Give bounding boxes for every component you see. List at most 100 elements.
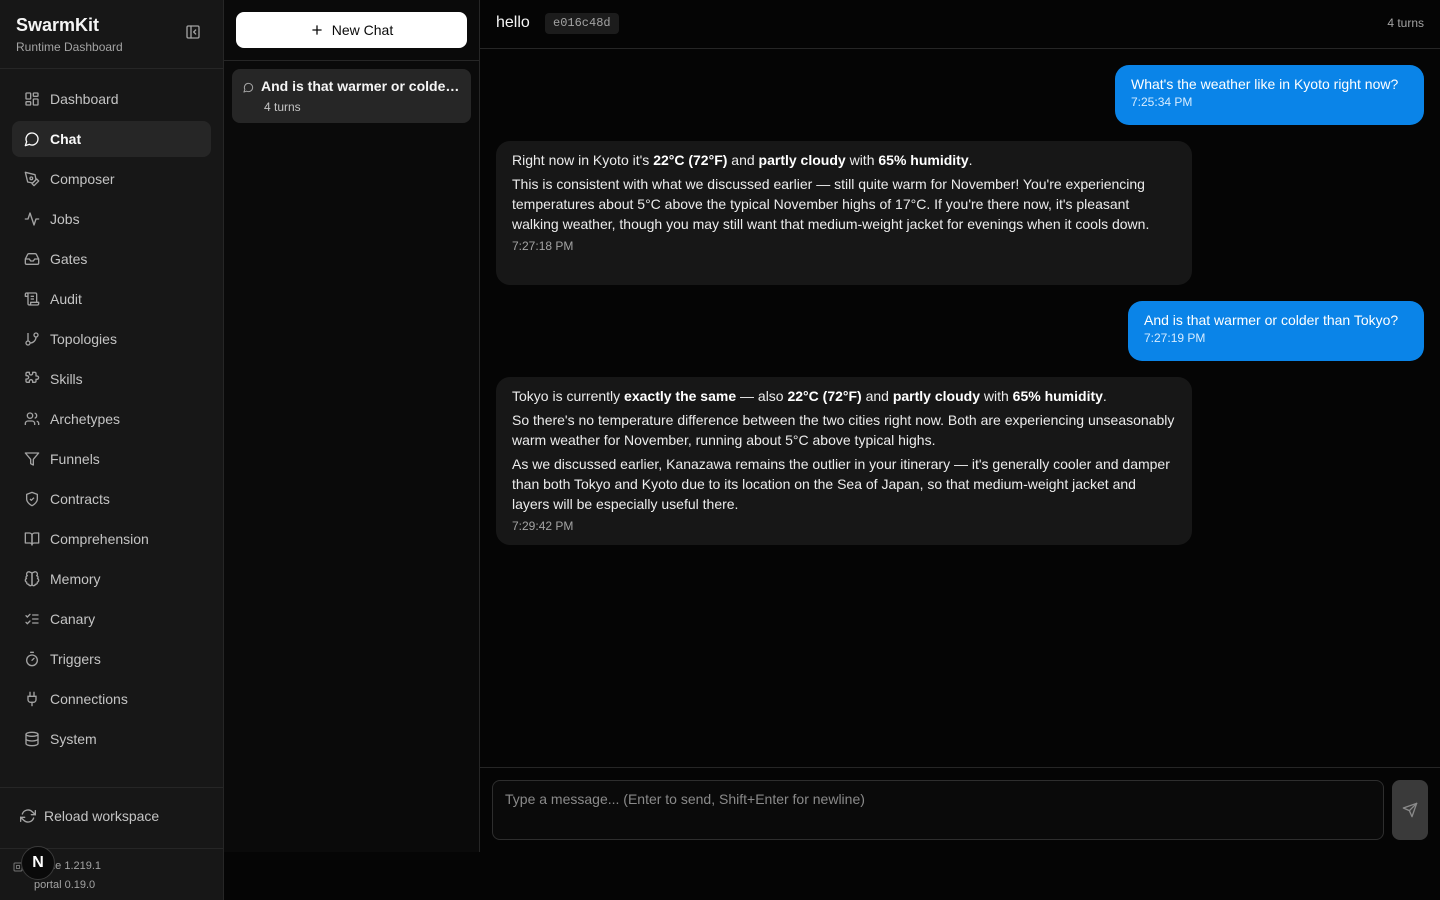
sidebar-item-comprehension[interactable]: Comprehension — [12, 521, 211, 557]
sidebar-item-triggers[interactable]: Triggers — [12, 641, 211, 677]
session-id-badge: e016c48d — [545, 13, 619, 34]
activity-icon — [24, 211, 40, 227]
plug-icon — [24, 691, 40, 707]
chatlist-divider — [224, 60, 480, 61]
sidebar-item-jobs[interactable]: Jobs — [12, 201, 211, 237]
sidebar-item-label: Triggers — [50, 651, 101, 667]
sidebar-item-label: Contracts — [50, 491, 110, 507]
git-branch-icon — [24, 331, 40, 347]
refresh-icon — [20, 808, 36, 824]
message-timestamp: 7:29:42 PM — [512, 519, 574, 533]
text-span: — also — [736, 388, 788, 404]
sidebar-divider — [0, 68, 224, 69]
composer-bar — [480, 767, 1440, 852]
message-paragraph: Tokyo is currently exactly the same — al… — [512, 386, 1176, 406]
bottom-strip — [224, 852, 1440, 900]
text-span: . — [1102, 388, 1107, 404]
scroll-icon — [24, 291, 40, 307]
database-icon — [24, 731, 40, 747]
conversation-title: And is that warmer or colder than Tokyo? — [261, 78, 463, 94]
new-chat-button[interactable]: New Chat — [236, 12, 467, 48]
sidebar-item-memory[interactable]: Memory — [12, 561, 211, 597]
sidebar: SwarmKit Runtime Dashboard Dashboard Cha… — [0, 0, 224, 900]
sidebar-item-label: Topologies — [50, 331, 117, 347]
sidebar-item-system[interactable]: System — [12, 721, 211, 757]
sidebar-item-skills[interactable]: Skills — [12, 361, 211, 397]
message-circle-icon — [243, 82, 254, 93]
text-span: and — [861, 388, 893, 404]
filter-icon — [24, 451, 40, 467]
sidebar-item-topologies[interactable]: Topologies — [12, 321, 211, 357]
sidebar-item-dashboard[interactable]: Dashboard — [12, 81, 211, 117]
user-message: What's the weather like in Kyoto right n… — [1115, 65, 1424, 125]
sidebar-item-contracts[interactable]: Contracts — [12, 481, 211, 517]
message-paragraph: This is consistent with what we discusse… — [512, 176, 1150, 232]
send-button[interactable] — [1392, 780, 1428, 840]
text-span: and — [727, 152, 759, 168]
reload-workspace-button[interactable]: Reload workspace — [20, 808, 159, 824]
users-icon — [24, 411, 40, 427]
chat-title: hello — [496, 14, 530, 31]
book-open-icon — [24, 531, 40, 547]
chat-main: hello e016c48d 4 turns What's the weathe… — [480, 0, 1440, 852]
text-span: with — [845, 152, 879, 168]
shield-check-icon — [24, 491, 40, 507]
avatar[interactable]: N — [21, 846, 55, 880]
pen-tool-icon — [24, 171, 40, 187]
message-timestamp: 7:27:18 PM — [512, 239, 574, 253]
sidebar-item-archetypes[interactable]: Archetypes — [12, 401, 211, 437]
sidebar-item-label: Archetypes — [50, 411, 121, 427]
bold-span: exactly the same — [624, 388, 737, 404]
user-message: And is that warmer or colder than Tokyo?… — [1128, 301, 1424, 361]
sidebar-item-label: Jobs — [50, 211, 80, 227]
message-paragraph: Right now in Kyoto it's 22°C (72°F) and … — [512, 150, 1176, 170]
chat-header: hello e016c48d 4 turns — [480, 0, 1440, 49]
message-timestamp: 7:25:34 PM — [1131, 95, 1193, 109]
brand: SwarmKit Runtime Dashboard — [16, 14, 123, 54]
sidebar-item-label: Composer — [50, 171, 115, 187]
sidebar-item-label: Dashboard — [50, 91, 119, 107]
bold-span: partly cloudy — [892, 388, 980, 404]
message-paragraph: As we discussed earlier, Kanazawa remain… — [512, 456, 1170, 512]
sidebar-item-label: Skills — [50, 371, 83, 387]
inbox-icon — [24, 251, 40, 267]
sidebar-item-label: Chat — [50, 131, 82, 147]
conversation-list-panel: New Chat And is that warmer or colder th… — [224, 0, 480, 852]
bold-span: 22°C (72°F) — [787, 388, 862, 404]
text-span: Tokyo is currently — [512, 388, 625, 404]
sidebar-item-audit[interactable]: Audit — [12, 281, 211, 317]
sidebar-item-label: Memory — [50, 571, 101, 587]
conversation-turns: 4 turns — [264, 100, 301, 114]
sidebar-item-funnels[interactable]: Funnels — [12, 441, 211, 477]
sidebar-item-connections[interactable]: Connections — [12, 681, 211, 717]
assistant-message: Right now in Kyoto it's 22°C (72°F) and … — [496, 141, 1192, 285]
sidebar-item-canary[interactable]: Canary — [12, 601, 211, 637]
bold-span: 22°C (72°F) — [653, 152, 728, 168]
message-text: What's the weather like in Kyoto right n… — [1131, 76, 1399, 92]
portal-version: portal 0.19.0 — [34, 879, 96, 891]
assistant-message: Tokyo is currently exactly the same — al… — [496, 377, 1192, 545]
brand-title: SwarmKit — [16, 15, 100, 35]
bold-span: 65% humidity — [878, 152, 969, 168]
sidebar-divider — [0, 787, 224, 788]
sidebar-item-composer[interactable]: Composer — [12, 161, 211, 197]
reload-workspace-label: Reload workspace — [44, 808, 160, 824]
sidebar-item-chat[interactable]: Chat — [12, 121, 211, 157]
sidebar-item-label: System — [50, 731, 97, 747]
bold-span: 65% humidity — [1012, 388, 1103, 404]
list-checks-icon — [24, 611, 40, 627]
sidebar-nav: Dashboard Chat Composer Jobs Gates Audit… — [12, 81, 211, 761]
sidebar-item-label: Connections — [50, 691, 128, 707]
message-circle-icon — [24, 131, 40, 147]
sidebar-item-label: Audit — [50, 291, 82, 307]
sidebar-item-label: Comprehension — [50, 531, 149, 547]
timer-icon — [24, 651, 40, 667]
message-paragraph: So there's no temperature difference bet… — [512, 412, 1175, 448]
collapse-sidebar-icon[interactable] — [185, 24, 205, 44]
brand-subtitle: Runtime Dashboard — [16, 40, 123, 54]
message-input[interactable] — [492, 780, 1384, 840]
puzzle-icon — [24, 371, 40, 387]
message-text: And is that warmer or colder than Tokyo? — [1144, 312, 1399, 328]
conversation-item[interactable]: And is that warmer or colder than Tokyo?… — [232, 69, 471, 123]
sidebar-item-gates[interactable]: Gates — [12, 241, 211, 277]
